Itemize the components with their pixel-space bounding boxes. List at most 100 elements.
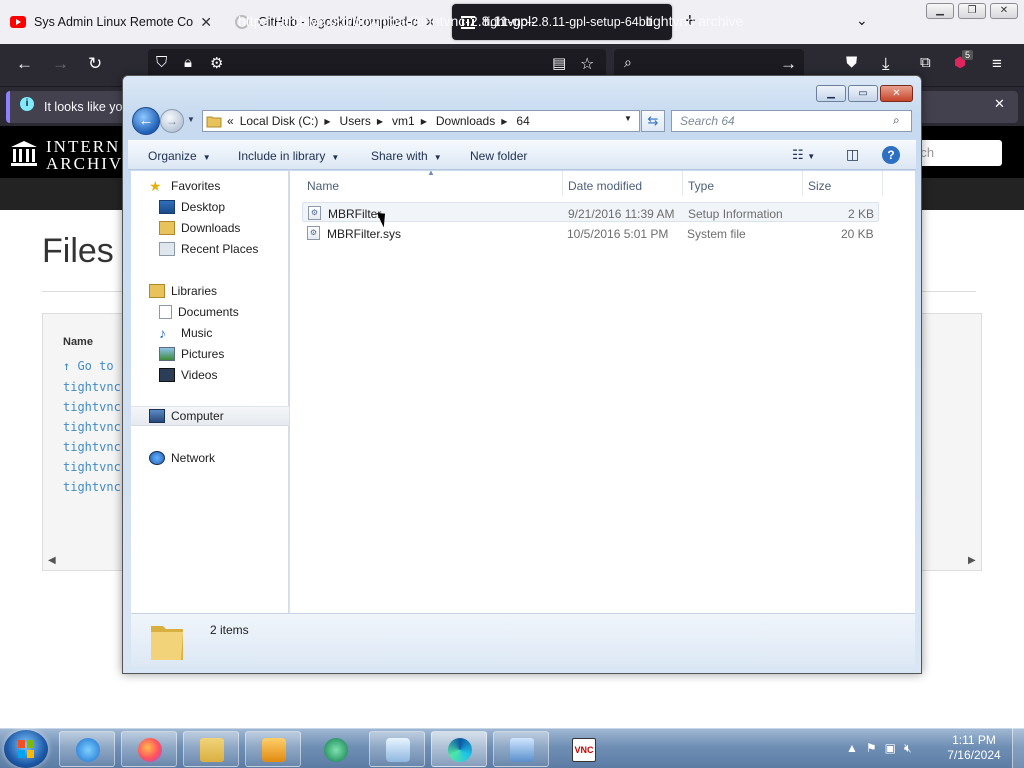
name-column-header[interactable]: Name: [63, 336, 93, 348]
downloads-folder-icon: [159, 221, 175, 235]
close-window-button[interactable]: ✕: [990, 3, 1018, 19]
bookmark-star-icon[interactable]: ☆: [580, 54, 594, 74]
chevron-right-icon[interactable]: ▶: [377, 117, 383, 126]
system-file-icon: ⚙: [307, 226, 320, 240]
help-icon[interactable]: ?: [882, 146, 900, 164]
breadcrumb-64[interactable]: 64: [516, 114, 529, 128]
back-button[interactable]: ←: [132, 107, 160, 135]
column-header-name[interactable]: Name: [307, 179, 339, 193]
view-options-icon[interactable]: ☷ ▼: [792, 147, 815, 163]
extensions-icon[interactable]: ⧉: [920, 54, 931, 71]
file-explorer-icon: [200, 738, 224, 762]
download-icon[interactable]: ⤓: [882, 54, 890, 74]
breadcrumb-local-disk[interactable]: Local Disk (C:): [240, 114, 319, 128]
notification-text: It looks like you: [44, 100, 130, 114]
page-title: Files: [42, 232, 114, 270]
flag-icon[interactable]: ⚑: [866, 741, 885, 755]
nav-network[interactable]: Network: [149, 448, 307, 468]
close-tab-icon[interactable]: ✕: [200, 14, 212, 31]
taskbar-tightvnc[interactable]: VNC: [555, 731, 611, 767]
share-with-button[interactable]: Share with ▼: [371, 149, 442, 163]
new-folder-button[interactable]: New folder: [470, 149, 527, 163]
archive-logo-text[interactable]: INTERN ARCHIVE: [46, 138, 134, 172]
breadcrumb-overflow[interactable]: «: [227, 114, 234, 128]
nav-favorites[interactable]: ★ Favorites: [149, 176, 307, 196]
preview-pane-icon[interactable]: ◫: [846, 146, 859, 163]
breadcrumb-vm1[interactable]: vm1: [392, 114, 415, 128]
breadcrumb-users[interactable]: Users: [340, 114, 371, 128]
restore-button[interactable]: ❐: [958, 3, 986, 19]
address-dropdown-icon[interactable]: ▼: [624, 114, 632, 123]
volume-muted-icon[interactable]: 🔇︎: [904, 741, 920, 755]
scroll-left-icon[interactable]: ◀: [48, 555, 56, 566]
back-icon[interactable]: ←: [16, 54, 33, 74]
lock-icon[interactable]: 🔒︎: [184, 54, 192, 71]
network-tray-icon[interactable]: ▣: [885, 741, 904, 755]
file-type: System file: [687, 227, 746, 241]
pictures-icon: [159, 347, 175, 361]
chevron-right-icon[interactable]: ▶: [324, 117, 330, 126]
documents-icon: [159, 305, 172, 319]
go-to-parent-link[interactable]: ↑ Go to: [63, 359, 114, 373]
breadcrumb-downloads[interactable]: Downloads: [436, 114, 495, 128]
file-link[interactable]: tightvnc: [63, 420, 121, 434]
windows-logo-icon: [18, 740, 34, 758]
file-link[interactable]: tightvnc: [63, 400, 121, 414]
taskbar-app[interactable]: [307, 731, 363, 767]
column-header-type[interactable]: Type: [688, 179, 714, 193]
show-hidden-icons-icon[interactable]: ▲: [846, 741, 866, 755]
file-link[interactable]: tightvnc: [63, 380, 121, 394]
nav-libraries[interactable]: Libraries: [149, 281, 307, 301]
forward-button[interactable]: →: [160, 109, 184, 133]
explorer-close-button[interactable]: ✕: [880, 85, 913, 102]
show-desktop-button[interactable]: [1012, 728, 1024, 768]
file-link[interactable]: tightvnc: [63, 440, 121, 454]
minimize-button[interactable]: ▁: [926, 3, 954, 19]
start-button[interactable]: [4, 730, 48, 768]
forward-icon[interactable]: →: [52, 54, 69, 74]
go-arrow-icon[interactable]: →: [780, 54, 797, 74]
taskbar-clean[interactable]: [369, 731, 425, 767]
file-date: 10/5/2016 5:01 PM: [567, 227, 669, 241]
search-icon[interactable]: ⌕: [893, 113, 900, 128]
chevron-right-icon[interactable]: ▶: [421, 117, 427, 126]
file-link[interactable]: tightvnc: [63, 480, 121, 494]
include-in-library-button[interactable]: Include in library ▼: [238, 149, 339, 163]
nav-computer[interactable]: Computer: [131, 406, 289, 426]
taskbar-internet-explorer[interactable]: [59, 731, 115, 767]
setup-info-file-icon: ⚙: [308, 206, 321, 220]
address-bar[interactable]: « Local Disk (C:) ▶ Users ▶ vm1 ▶ Downloads…: [202, 110, 640, 132]
file-row[interactable]: ⚙ MBRFilter.sys 10/5/2016 5:01 PM System…: [302, 223, 879, 243]
history-dropdown-icon[interactable]: ▼: [187, 115, 195, 124]
permissions-icon[interactable]: ⚙: [210, 54, 223, 72]
reload-icon[interactable]: ↻: [88, 54, 102, 74]
taskbar-file-explorer[interactable]: [183, 731, 239, 767]
pocket-icon[interactable]: ⛊: [846, 54, 857, 71]
search-text[interactable]: tightvnc archive: [646, 13, 743, 29]
scroll-right-icon[interactable]: ▶: [968, 555, 976, 566]
url-text[interactable]: https://archive.org/download/tightvnc-2.…: [238, 13, 543, 29]
network-icon: [149, 451, 165, 465]
explorer-maximize-button[interactable]: ▭: [848, 85, 878, 102]
column-header-size[interactable]: Size: [808, 179, 831, 193]
explorer-minimize-button[interactable]: ▁: [816, 85, 846, 102]
search-input[interactable]: Search 64: [671, 110, 912, 132]
taskbar-control-panel[interactable]: [493, 731, 549, 767]
tab-youtube[interactable]: Sys Admin Linux Remote Comm ✕: [2, 4, 220, 40]
shield-icon[interactable]: ⛉: [156, 54, 167, 71]
file-row[interactable]: ⚙ MBRFilter 9/21/2016 11:39 AM Setup Inf…: [302, 202, 879, 222]
music-icon: ♪: [159, 325, 166, 341]
chevron-right-icon[interactable]: ▶: [501, 117, 507, 126]
chevron-down-icon[interactable]: ⌄: [856, 12, 868, 29]
organize-button[interactable]: Organize ▼: [148, 149, 211, 163]
clock[interactable]: 1:11 PM 7/16/2024: [946, 733, 1002, 763]
taskbar-firefox[interactable]: [121, 731, 177, 767]
refresh-button[interactable]: ⇆: [641, 110, 665, 132]
taskbar-edge[interactable]: [431, 731, 487, 767]
menu-icon[interactable]: ≡: [992, 54, 1002, 74]
close-notification-icon[interactable]: ✕: [994, 96, 1005, 112]
file-link[interactable]: tightvnc: [63, 460, 121, 474]
taskbar-media-player[interactable]: [245, 731, 301, 767]
reader-view-icon[interactable]: ▤: [552, 54, 566, 72]
column-header-date[interactable]: Date modified: [568, 179, 642, 193]
